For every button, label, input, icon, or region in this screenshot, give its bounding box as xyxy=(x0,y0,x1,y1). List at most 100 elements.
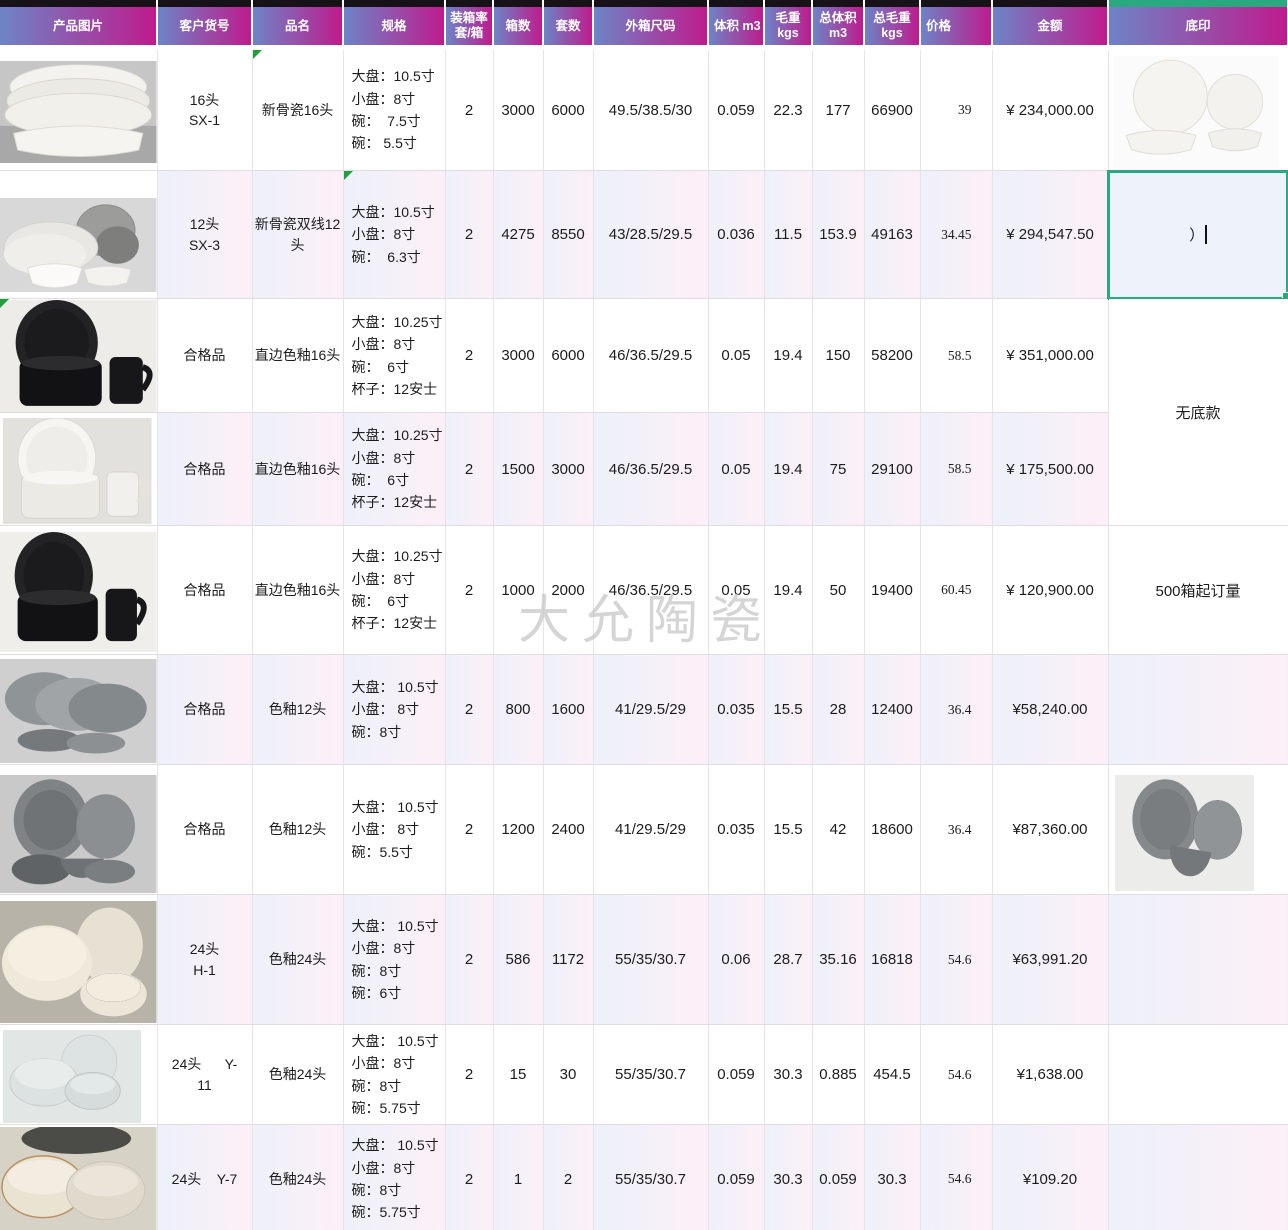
price-cell[interactable]: 54.6 xyxy=(920,1025,992,1125)
carton-size-cell[interactable]: 43/28.5/29.5 xyxy=(593,171,708,299)
volume-cell[interactable]: 0.035 xyxy=(708,655,764,765)
col-header-pack-rate[interactable]: 装箱率 套/箱 xyxy=(445,7,493,48)
carton-size-cell[interactable]: 46/36.5/29.5 xyxy=(593,299,708,413)
amount-cell[interactable]: ¥ 294,547.50 xyxy=(992,171,1108,299)
amount-cell[interactable]: ¥ 175,500.00 xyxy=(992,413,1108,526)
col-header-bottom-print[interactable]: 底印 xyxy=(1108,7,1288,48)
spec-cell[interactable]: 大盘： 10.5寸 小盘： 8寸 碗：8寸 xyxy=(343,655,445,765)
carton-size-cell[interactable]: 41/29.5/29 xyxy=(593,655,708,765)
sets-cell[interactable]: 8550 xyxy=(543,171,593,299)
amount-cell[interactable]: ¥1,638.00 xyxy=(992,1025,1108,1125)
col-header-volume[interactable]: 体积 m3 xyxy=(708,7,764,48)
sku-cell[interactable]: 合格品 xyxy=(157,526,252,655)
sets-cell[interactable]: 30 xyxy=(543,1025,593,1125)
name-cell[interactable]: 直边色釉16头 xyxy=(252,299,343,413)
bottom-print-cell[interactable] xyxy=(1108,765,1288,895)
total-gross-weight-cell[interactable]: 19400 xyxy=(864,526,920,655)
cartons-cell[interactable]: 586 xyxy=(493,895,543,1025)
fill-handle[interactable] xyxy=(1282,292,1288,299)
amount-cell[interactable]: ¥ 351,000.00 xyxy=(992,299,1108,413)
sku-cell[interactable]: 合格品 xyxy=(157,765,252,895)
volume-cell[interactable]: 0.059 xyxy=(708,1025,764,1125)
bottom-print-merged-cell[interactable]: 无底款 xyxy=(1108,299,1288,526)
gross-weight-cell[interactable]: 15.5 xyxy=(764,765,812,895)
name-cell[interactable]: 直边色釉16头 xyxy=(252,526,343,655)
total-volume-cell[interactable]: 75 xyxy=(812,413,864,526)
cartons-cell[interactable]: 1 xyxy=(493,1125,543,1230)
amount-cell[interactable]: ¥109.20 xyxy=(992,1125,1108,1230)
amount-cell[interactable]: ¥58,240.00 xyxy=(992,655,1108,765)
pack-rate-cell[interactable]: 2 xyxy=(445,299,493,413)
cartons-cell[interactable]: 1500 xyxy=(493,413,543,526)
sets-cell[interactable]: 2400 xyxy=(543,765,593,895)
spec-cell[interactable]: 大盘：10.25寸 小盘：8寸 碗： 6寸 杯子：12安士 xyxy=(343,299,445,413)
name-cell[interactable]: 直边色釉16头 xyxy=(252,413,343,526)
gross-weight-cell[interactable]: 22.3 xyxy=(764,48,812,171)
sets-cell[interactable]: 2000 xyxy=(543,526,593,655)
volume-cell[interactable]: 0.05 xyxy=(708,299,764,413)
gross-weight-cell[interactable]: 30.3 xyxy=(764,1025,812,1125)
name-cell[interactable]: 新骨瓷16头 xyxy=(252,48,343,171)
gross-weight-cell[interactable]: 19.4 xyxy=(764,299,812,413)
pack-rate-cell[interactable]: 2 xyxy=(445,48,493,171)
total-volume-cell[interactable]: 35.16 xyxy=(812,895,864,1025)
gross-weight-cell[interactable]: 19.4 xyxy=(764,413,812,526)
name-cell[interactable]: 新骨瓷双线12头 xyxy=(252,171,343,299)
volume-cell[interactable]: 0.06 xyxy=(708,895,764,1025)
col-header-name[interactable]: 品名 xyxy=(252,7,343,48)
sets-cell[interactable]: 6000 xyxy=(543,48,593,171)
name-cell[interactable]: 色釉12头 xyxy=(252,765,343,895)
spec-cell[interactable]: 大盘：10.5寸 小盘：8寸 碗： 7.5寸 碗： 5.5寸 xyxy=(343,48,445,171)
total-gross-weight-cell[interactable]: 454.5 xyxy=(864,1025,920,1125)
product-photo-cell[interactable] xyxy=(0,299,157,413)
total-gross-weight-cell[interactable]: 12400 xyxy=(864,655,920,765)
sku-cell[interactable]: 24头 H-1 xyxy=(157,895,252,1025)
pack-rate-cell[interactable]: 2 xyxy=(445,526,493,655)
col-header-total-volume[interactable]: 总体积 m3 xyxy=(812,7,864,48)
carton-size-cell[interactable]: 49.5/38.5/30 xyxy=(593,48,708,171)
sets-cell[interactable]: 1172 xyxy=(543,895,593,1025)
bottom-print-cell[interactable]: 500箱起订量 xyxy=(1108,526,1288,655)
price-cell[interactable]: 54.6 xyxy=(920,895,992,1025)
col-header-gross-weight[interactable]: 毛重 kgs xyxy=(764,7,812,48)
amount-cell[interactable]: ¥ 120,900.00 xyxy=(992,526,1108,655)
col-header-carton-size[interactable]: 外箱尺码 xyxy=(593,7,708,48)
name-cell[interactable]: 色釉24头 xyxy=(252,895,343,1025)
sku-cell[interactable]: 合格品 xyxy=(157,655,252,765)
volume-cell[interactable]: 0.05 xyxy=(708,526,764,655)
col-header-cartons[interactable]: 箱数 xyxy=(493,7,543,48)
product-photo-cell[interactable] xyxy=(0,1125,157,1230)
pack-rate-cell[interactable]: 2 xyxy=(445,171,493,299)
cartons-cell[interactable]: 3000 xyxy=(493,299,543,413)
spec-cell[interactable]: 大盘： 10.5寸 小盘： 8寸 碗：5.5寸 xyxy=(343,765,445,895)
selected-cell[interactable]: ） xyxy=(1108,171,1288,299)
total-volume-cell[interactable]: 0.059 xyxy=(812,1125,864,1230)
gross-weight-cell[interactable]: 15.5 xyxy=(764,655,812,765)
sets-cell[interactable]: 1600 xyxy=(543,655,593,765)
total-gross-weight-cell[interactable]: 18600 xyxy=(864,765,920,895)
sku-cell[interactable]: 12头 SX-3 xyxy=(157,171,252,299)
spec-cell[interactable]: 大盘：10.25寸 小盘：8寸 碗： 6寸 杯子：12安士 xyxy=(343,526,445,655)
price-cell[interactable]: 60.45 xyxy=(920,526,992,655)
cartons-cell[interactable]: 1000 xyxy=(493,526,543,655)
cartons-cell[interactable]: 4275 xyxy=(493,171,543,299)
volume-cell[interactable]: 0.059 xyxy=(708,48,764,171)
total-gross-weight-cell[interactable]: 29100 xyxy=(864,413,920,526)
carton-size-cell[interactable]: 46/36.5/29.5 xyxy=(593,413,708,526)
amount-cell[interactable]: ¥ 234,000.00 xyxy=(992,48,1108,171)
cartons-cell[interactable]: 800 xyxy=(493,655,543,765)
price-cell[interactable]: 58.5 xyxy=(920,299,992,413)
sku-cell[interactable]: 合格品 xyxy=(157,413,252,526)
total-volume-cell[interactable]: 153.9 xyxy=(812,171,864,299)
spec-cell[interactable]: 大盘： 10.5寸 小盘：8寸 碗：8寸 碗：6寸 xyxy=(343,895,445,1025)
total-gross-weight-cell[interactable]: 30.3 xyxy=(864,1125,920,1230)
total-volume-cell[interactable]: 0.885 xyxy=(812,1025,864,1125)
carton-size-cell[interactable]: 46/36.5/29.5 xyxy=(593,526,708,655)
bottom-print-cell[interactable] xyxy=(1108,655,1288,765)
spec-cell[interactable]: 大盘： 10.5寸 小盘：8寸 碗：8寸 碗：5.75寸 xyxy=(343,1125,445,1230)
product-photo-cell[interactable] xyxy=(0,895,157,1025)
total-volume-cell[interactable]: 177 xyxy=(812,48,864,171)
sku-cell[interactable]: 24头 Y- 11 xyxy=(157,1025,252,1125)
bottom-print-cell[interactable] xyxy=(1108,1025,1288,1125)
carton-size-cell[interactable]: 55/35/30.7 xyxy=(593,1125,708,1230)
